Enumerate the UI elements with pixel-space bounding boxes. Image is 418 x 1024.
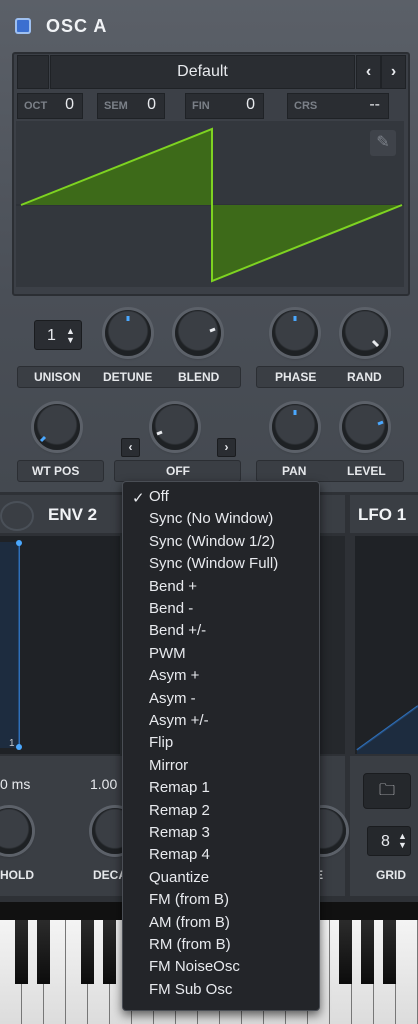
menu-item[interactable]: Asym +/- — [149, 712, 209, 729]
env-title[interactable]: ENV 2 — [48, 505, 97, 525]
warp-prev-button[interactable]: ‹ — [121, 438, 140, 457]
pencil-icon[interactable]: ✎ — [370, 130, 396, 156]
menu-item[interactable]: Asym - — [149, 690, 196, 707]
menu-item[interactable]: FM NoiseOsc — [149, 958, 240, 975]
black-key[interactable] — [15, 920, 28, 984]
level-knob[interactable] — [342, 404, 388, 450]
wt-pos-label: WT POS — [32, 464, 80, 478]
black-key[interactable] — [361, 920, 374, 984]
phase-knob[interactable] — [272, 310, 318, 356]
black-key[interactable] — [103, 920, 116, 984]
detune-knob[interactable] — [105, 310, 151, 356]
stepper-arrows-icon[interactable]: ▲ ▼ — [66, 327, 75, 345]
menu-item[interactable]: RM (from B) — [149, 936, 231, 953]
white-key[interactable] — [396, 920, 418, 1024]
crs-value: -- — [369, 96, 380, 113]
hold-label: HOLD — [0, 868, 34, 882]
menu-item[interactable]: Remap 2 — [149, 802, 210, 819]
wavetable-prev-button[interactable]: ‹ — [356, 55, 381, 89]
grid-arrows-icon[interactable]: ▲ ▼ — [398, 832, 407, 850]
oct-field[interactable]: OCT 0 — [17, 93, 83, 119]
menu-item[interactable]: Sync (Window 1/2) — [149, 533, 275, 550]
blend-label: BLEND — [178, 370, 220, 384]
crs-field[interactable]: CRS -- — [287, 93, 389, 119]
fin-label: FIN — [192, 100, 210, 112]
pan-knob[interactable] — [272, 404, 318, 450]
menu-item[interactable]: Bend - — [149, 600, 193, 617]
detune-label: DETUNE — [103, 370, 153, 384]
oct-label: OCT — [24, 100, 48, 112]
wavetable-name[interactable]: Default — [50, 55, 355, 89]
sem-field[interactable]: SEM 0 — [97, 93, 165, 119]
sem-value: 0 — [147, 96, 156, 113]
warp-mode-label[interactable]: OFF — [166, 464, 190, 478]
menu-item[interactable]: Quantize — [149, 869, 209, 886]
black-key[interactable] — [339, 920, 352, 984]
menu-item[interactable]: Bend + — [149, 578, 197, 595]
menu-item[interactable]: FM (from B) — [149, 891, 229, 908]
menu-item[interactable]: AM (from B) — [149, 914, 230, 931]
phase-label: PHASE — [275, 370, 317, 384]
unison-label: UNISON — [34, 370, 81, 384]
env-graph-value: 1 — [9, 738, 15, 749]
menu-item[interactable]: Flip — [149, 734, 173, 751]
menu-item[interactable]: Sync (Window Full) — [149, 555, 278, 572]
black-key[interactable] — [383, 920, 396, 984]
crs-label: CRS — [294, 100, 318, 112]
menu-item[interactable]: Remap 1 — [149, 779, 210, 796]
osc-title: OSC A — [46, 16, 108, 36]
wt-pos-knob[interactable] — [34, 404, 80, 450]
menu-item[interactable]: PWM — [149, 645, 186, 662]
hold-value[interactable]: 0 ms — [0, 776, 30, 792]
wavetable-menu-button[interactable] — [17, 55, 49, 89]
grid-label: GRID — [376, 868, 406, 882]
waveform-display[interactable] — [16, 121, 404, 287]
oct-value: 0 — [65, 96, 74, 113]
pan-label: PAN — [282, 464, 307, 478]
folder-icon[interactable]: 🗀 — [363, 773, 411, 809]
black-key[interactable] — [37, 920, 50, 984]
warp-next-button[interactable]: › — [217, 438, 236, 457]
warp-knob[interactable] — [152, 404, 198, 450]
sem-label: SEM — [104, 100, 128, 112]
menu-item[interactable]: Remap 4 — [149, 846, 210, 863]
lfo-graph[interactable] — [355, 536, 418, 754]
menu-item[interactable]: FM Sub Osc — [149, 981, 232, 998]
level-label: LEVEL — [347, 464, 386, 478]
menu-item[interactable]: Sync (No Window) — [149, 510, 273, 527]
black-key[interactable] — [81, 920, 94, 984]
rand-label: RAND — [347, 370, 382, 384]
osc-power-toggle[interactable] — [15, 18, 31, 34]
menu-item[interactable]: Bend +/- — [149, 622, 206, 639]
blend-knob[interactable] — [175, 310, 221, 356]
decay-value[interactable]: 1.00 — [90, 776, 117, 792]
wavetable-next-button[interactable]: › — [381, 55, 406, 89]
checkmark-icon: ✓ — [132, 490, 145, 507]
envelope-graph[interactable]: 1 — [0, 536, 120, 754]
fin-field[interactable]: FIN 0 — [185, 93, 264, 119]
menu-item[interactable]: Mirror — [149, 757, 188, 774]
fin-value: 0 — [246, 96, 255, 113]
menu-item[interactable]: Asym + — [149, 667, 199, 684]
lfo-title[interactable]: LFO 1 — [358, 505, 406, 525]
rand-knob[interactable] — [342, 310, 388, 356]
menu-item[interactable]: Remap 3 — [149, 824, 210, 841]
env-drag-icon[interactable] — [0, 501, 34, 531]
menu-item[interactable]: Off — [149, 488, 169, 505]
